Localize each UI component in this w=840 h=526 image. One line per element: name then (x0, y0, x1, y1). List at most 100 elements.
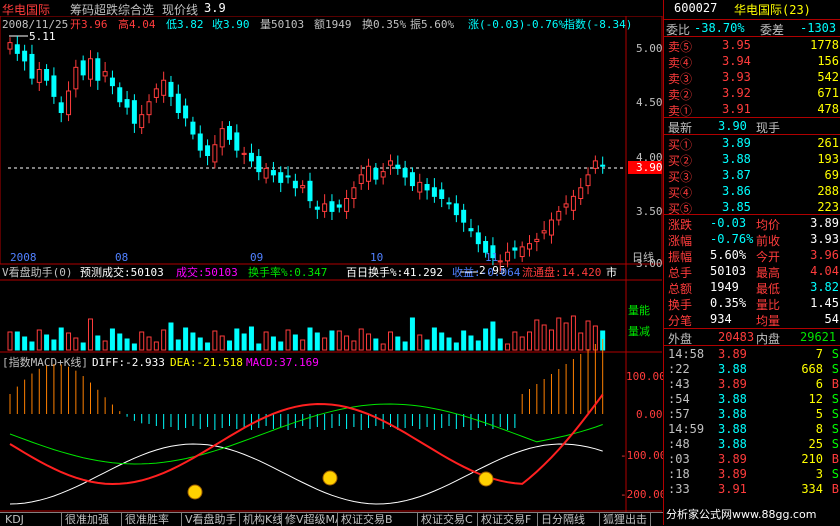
candle-body (329, 201, 335, 212)
kline-chart[interactable]: 2008/11/25 开3.96 高4.04 低3.82 收3.90 量5010… (0, 16, 663, 512)
candle-body (373, 167, 379, 180)
candle-body (51, 75, 57, 97)
volume-bar (14, 331, 20, 351)
candle-body (278, 172, 284, 183)
stat-row: 总额 1949 最低 3.82 (664, 279, 840, 296)
volume-bar (80, 342, 86, 351)
volume-bar (314, 332, 320, 351)
tick-volume: 5 (815, 407, 823, 421)
bid-volume: 261 (817, 136, 839, 150)
volume-bar (227, 340, 233, 351)
volume-bar (248, 326, 254, 351)
candle-body (190, 121, 196, 135)
candle-body (44, 69, 50, 81)
candle-body (431, 187, 437, 197)
macd-indicator-name[interactable]: [指数MACD+K线] (2, 355, 88, 369)
outer-inner-row: 外盘 20483 内盘 29621 (668, 330, 837, 346)
tick-flag: S (831, 362, 839, 376)
vol-hundred-day: 百日换手%:41.292 (346, 265, 443, 279)
k-line-trace (9, 443, 603, 505)
volume-bar (124, 338, 130, 351)
tab-7[interactable]: 权证交易C (418, 513, 478, 526)
volume-bar (585, 320, 591, 351)
stat-row: 涨跌 -0.03 均价 3.89 (664, 215, 840, 232)
volume-bar (556, 317, 562, 351)
volume-header: V看盘助手(0) 预测成交:50103 成交:50103 换手率%:0.347 … (2, 265, 617, 279)
tick-time: :22 (668, 362, 690, 376)
quote-panel: 600027 华电国际(23) 委比 -38.70% 委差 -1303 卖⑤ 3.… (663, 0, 840, 525)
volume-bar (395, 336, 401, 351)
bid-row: 买② 3.88 193 (664, 151, 840, 168)
tab-0[interactable]: KDJ (2, 513, 62, 526)
candle-body (270, 170, 276, 176)
tab-10[interactable]: 狐狸出击 (600, 513, 651, 526)
candle-body (497, 260, 503, 263)
candle-body (358, 174, 364, 184)
tick-row: :22 3.88 668 S (664, 361, 840, 377)
watermark-box: 分析家公式网www.88gg.com (664, 502, 840, 525)
candle-body (578, 187, 584, 199)
candle-body (248, 152, 254, 162)
candle-body (556, 210, 562, 221)
tick-row: 14:58 3.89 7 S (664, 346, 840, 362)
tick-time: :18 (668, 467, 690, 481)
tick-volume: 12 (808, 392, 823, 406)
tick-time: :48 (668, 437, 690, 451)
tick-price: 3.89 (718, 347, 747, 361)
bid-volume: 223 (817, 200, 839, 214)
candlesticks (7, 36, 606, 272)
tab-4[interactable]: 机构K线 (240, 513, 282, 526)
tick-price: 3.89 (718, 452, 747, 466)
volume-bar (409, 317, 415, 351)
volume-bar (424, 339, 430, 351)
bid-row: 买① 3.89 261 (664, 135, 840, 152)
ask-price: 3.91 (722, 102, 751, 116)
volume-bar (131, 343, 137, 351)
tab-2[interactable]: 很准胜率 (122, 513, 182, 526)
tab-1[interactable]: 很准加强 (62, 513, 122, 526)
tab-6[interactable]: 权证交易B (338, 513, 418, 526)
volume-decrease-label: 量减 (628, 325, 650, 338)
tab-3[interactable]: V看盘助手 (182, 513, 240, 526)
stat-value: 3.96 (810, 248, 839, 262)
candle-body (227, 125, 233, 140)
month-axis: 2008 08 09 10 11 日线 (10, 250, 654, 264)
price-tick: 3.50 (636, 205, 663, 218)
volume-bar (87, 318, 93, 351)
bid-price: 3.89 (722, 136, 751, 150)
candle-body (29, 53, 35, 79)
candle-body (424, 184, 430, 191)
macd-tick: 0.00 (636, 408, 663, 421)
tick-price: 3.88 (718, 362, 747, 376)
volume-bar (366, 333, 372, 351)
info-change: 涨(-0.03)-0.76% (468, 18, 565, 31)
candle-body (395, 164, 401, 169)
tick-time: 14:58 (668, 347, 705, 361)
ask-price: 3.92 (722, 86, 751, 100)
tick-volume: 25 (808, 437, 823, 451)
tab-5[interactable]: 修V超级MACD (282, 513, 338, 526)
tick-row: :48 3.88 25 S (664, 436, 840, 452)
candle-body (256, 156, 262, 173)
vol-indicator-name[interactable]: V看盘助手(0) (2, 265, 73, 279)
info-index: 指数(-8.34) (564, 17, 632, 31)
volume-bar (175, 339, 181, 351)
candle-body (219, 128, 225, 148)
ask-row: 卖③ 3.93 542 (664, 69, 840, 86)
candle-body (468, 228, 474, 232)
period-label[interactable]: 日线 (632, 250, 654, 264)
volume-bar (197, 337, 203, 351)
tab-8[interactable]: 权证交易F (478, 513, 538, 526)
candle-body (36, 69, 42, 83)
stat-label: 均量 (756, 314, 781, 328)
latest-row: 最新 3.90 现手 (668, 119, 781, 135)
tick-flag: S (831, 392, 839, 406)
tick-price: 3.88 (718, 407, 747, 421)
tab-9[interactable]: 日分隔线 (538, 513, 600, 526)
stat-value: 0.35% (710, 296, 747, 310)
ask-volume: 156 (817, 54, 839, 68)
month-label: 2008 (10, 251, 37, 264)
macd-header: [指数MACD+K线] DIFF:-2.933 DEA:-21.518 MACD… (2, 355, 319, 369)
stock-code: 600027 (674, 1, 718, 15)
smiley-icon (322, 470, 338, 486)
